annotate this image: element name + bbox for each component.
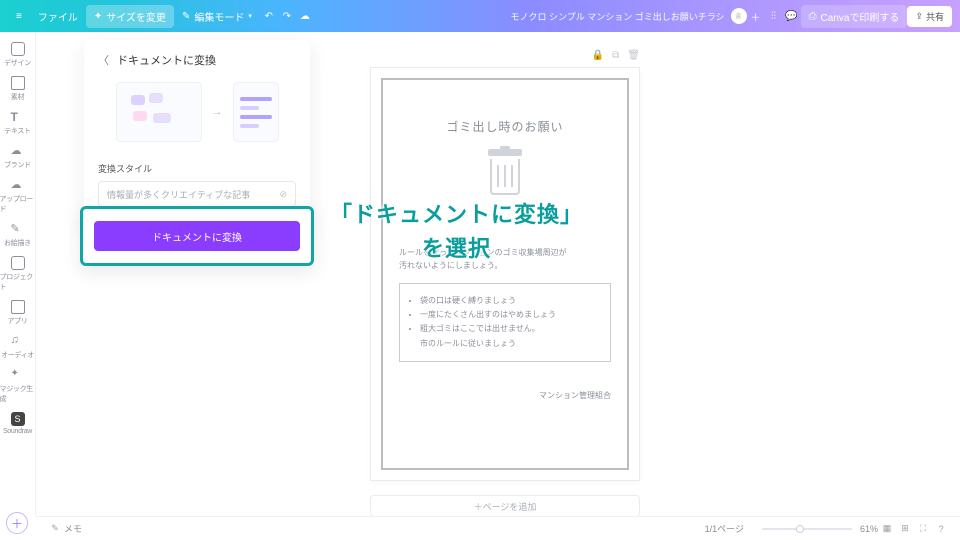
page-1[interactable]: ゴミ出し時のお願い ルールを守ってマンションのゴミ収集場周辺が汚れないようにしま… <box>370 67 640 481</box>
convert-highlight: ドキュメントに変換 <box>80 206 314 266</box>
convert-panel: 〈 ドキュメントに変換 → 変換スタイル 情報量が多くクリエイティブな記事 ⊘ <box>84 40 310 225</box>
editmode-button[interactable]: ✎編集モード▾ <box>174 5 260 28</box>
top-header: ≡ ファイル ✦サイズを変更 ✎編集モード▾ ↶ ↷ ☁ モノクロ シンプル マ… <box>0 0 960 32</box>
rules-box: 袋の口は硬く縛りましょう 一度にたくさん出すのはやめましょう 粗大ゴミはここでは… <box>399 283 611 363</box>
help-icon[interactable]: ? <box>932 520 950 538</box>
crown-icon[interactable]: ♕ <box>731 8 747 24</box>
file-menu[interactable]: ファイル <box>30 5 86 28</box>
style-select[interactable]: 情報量が多くクリエイティブな記事 ⊘ <box>98 181 296 207</box>
analytics-icon[interactable]: ⫶⫶ <box>765 7 783 25</box>
print-button[interactable]: ⎙Canvaで印刷する <box>801 5 908 28</box>
rule-item: 一度にたくさん出すのはやめましょう <box>420 308 602 322</box>
sidebar-item-brand[interactable]: ☁ブランド <box>0 140 36 172</box>
sidebar-item-soundraw[interactable]: SSoundraw <box>0 408 36 437</box>
left-sidebar: デザイン 素材 Tテキスト ☁ブランド ☁アップロード ✎お絵描き プロジェクト… <box>0 32 36 516</box>
fullscreen-icon[interactable]: ⛶ <box>914 520 932 538</box>
undo-button[interactable]: ↶ <box>260 7 278 25</box>
zoom-value: 61% <box>860 524 878 534</box>
notes-icon[interactable]: ✎ <box>46 520 64 538</box>
page-indicator[interactable]: 1/1ページ <box>705 522 744 535</box>
redo-button[interactable]: ↷ <box>278 7 296 25</box>
menu-button[interactable]: ≡ <box>8 7 30 26</box>
rule-item: 袋の口は硬く縛りましょう <box>420 294 602 308</box>
grid-icon[interactable]: ⊞ <box>896 520 914 538</box>
lock-icon[interactable]: 🔒 <box>592 50 604 61</box>
resize-button[interactable]: ✦サイズを変更 <box>86 5 174 28</box>
sidebar-item-elements[interactable]: 素材 <box>0 72 36 104</box>
bottom-bar: ✎ メモ 1/1ページ 61% ▦ ⊞ ⛶ ? <box>36 516 960 540</box>
view-grid-icon[interactable]: ▦ <box>878 520 896 538</box>
convert-button[interactable]: ドキュメントに変換 <box>94 221 300 251</box>
conversion-preview: → <box>98 82 296 142</box>
add-page-button[interactable]: ＋ページを追加 <box>370 495 640 517</box>
back-button[interactable]: 〈 <box>98 52 109 68</box>
panel-title: ドキュメントに変換 <box>117 52 216 68</box>
canvas-area: 🔒 ⧉ 🗑 ゴミ出し時のお願い ルールを守ってマンションのゴミ収集場周辺が汚れな… <box>370 50 640 517</box>
sidebar-item-magic[interactable]: ✦マジック生成 <box>0 364 36 406</box>
share-button[interactable]: ⇪共有 <box>907 6 952 27</box>
plus-button[interactable]: ＋ <box>747 7 765 25</box>
duplicate-icon[interactable]: ⧉ <box>612 50 619 61</box>
sidebar-item-text[interactable]: Tテキスト <box>0 106 36 138</box>
rule-item: 粗大ゴミはここでは出せません。 <box>420 322 602 336</box>
cloud-sync-icon[interactable]: ☁ <box>296 7 314 25</box>
flyer-desc: ルールを守ってマンションのゴミ収集場周辺が汚れないようにしましょう。 <box>399 247 611 273</box>
sidebar-item-projects[interactable]: プロジェクト <box>0 252 36 294</box>
sidebar-item-upload[interactable]: ☁アップロード <box>0 174 36 216</box>
sidebar-item-audio[interactable]: ♫オーディオ <box>0 330 36 362</box>
notes-label[interactable]: メモ <box>64 522 82 535</box>
trash-icon <box>484 149 526 197</box>
flyer-footer: マンション管理組合 <box>399 390 611 401</box>
sidebar-item-apps[interactable]: アプリ <box>0 296 36 328</box>
zoom-slider[interactable] <box>762 528 852 530</box>
comment-icon[interactable]: 💬 <box>783 7 801 25</box>
sidebar-item-draw[interactable]: ✎お絵描き <box>0 218 36 250</box>
doc-title[interactable]: モノクロ シンプル マンション ゴミ出しお願いチラシ <box>510 10 724 23</box>
delete-icon[interactable]: 🗑 <box>627 50 640 61</box>
preview-source-icon <box>116 82 202 142</box>
arrow-icon: → <box>212 106 223 118</box>
sidebar-item-design[interactable]: デザイン <box>0 38 36 70</box>
rule-item: 市のルールに従いましょう <box>420 337 602 351</box>
flyer-title: ゴミ出し時のお願い <box>446 118 563 135</box>
add-panel-button[interactable]: ＋ <box>6 512 28 534</box>
preview-target-icon <box>233 82 279 142</box>
clear-icon[interactable]: ⊘ <box>279 189 287 200</box>
style-label: 変換スタイル <box>98 162 296 175</box>
